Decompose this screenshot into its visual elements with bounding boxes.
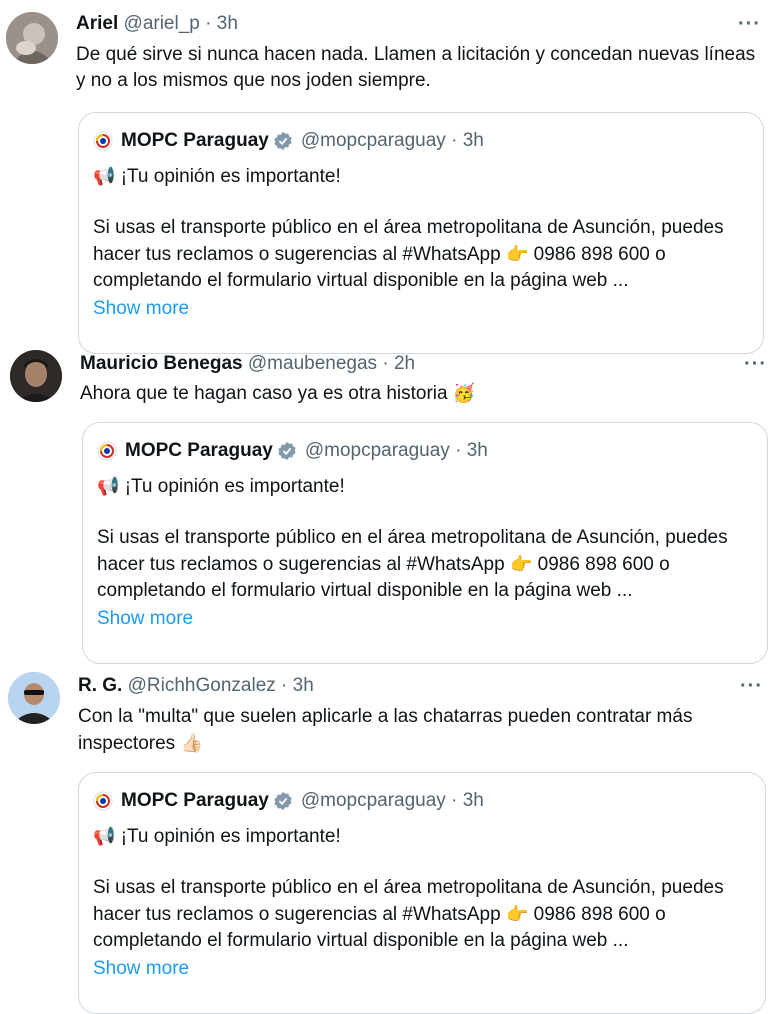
party-face-icon: 🥳 [452,383,476,403]
more-options-icon[interactable]: ··· [738,14,761,34]
quote-title: ¡Tu opinión es importante! [120,166,341,187]
tweet-text: De qué sirve si nunca hacen nada. Llamen… [76,42,756,94]
quote-title-line: 📢 ¡Tu opinión es importante! [93,823,751,850]
verified-badge-icon [274,791,292,811]
separator-dot: · [451,130,458,151]
author-handle[interactable]: @maubenegas [248,353,377,374]
timestamp[interactable]: 3h [293,675,314,696]
mopc-logo-icon [97,441,117,461]
quoted-tweet[interactable]: MOPC Paraguay @mopcparaguay · 3h 📢 ¡Tu o… [78,112,764,354]
separator-dot: · [281,675,288,696]
tweet-header: Mauricio Benegas @maubenegas · 2h [80,352,415,376]
quote-body: Si usas el transporte público en el área… [93,215,749,294]
mopc-logo-icon [93,131,113,151]
tweet-header: R. G. @RichhGonzalez · 3h [78,674,314,698]
verified-badge-icon [274,131,292,151]
mopc-logo-icon [93,791,113,811]
quoted-tweet[interactable]: MOPC Paraguay @mopcparaguay · 3h 📢 ¡Tu o… [82,422,768,664]
quote-title: ¡Tu opinión es importante! [120,826,341,847]
quote-author-handle[interactable]: @mopcparaguay [305,439,450,463]
pointing-right-icon: 👉 [505,244,529,264]
avatar[interactable] [8,672,60,724]
quote-header: MOPC Paraguay @mopcparaguay · 3h [97,439,488,463]
quote-timestamp[interactable]: 3h [463,789,484,813]
megaphone-icon: 📢 [93,826,116,846]
author-handle[interactable]: @ariel_p [124,13,200,34]
show-more-link[interactable]: Show more [93,956,189,982]
author-handle[interactable]: @RichhGonzalez [128,675,276,696]
tweet[interactable]: R. G. @RichhGonzalez · 3h ··· Con la "mu… [0,652,770,1014]
tweet-text-content: Ahora que te hagan caso ya es otra histo… [80,383,448,404]
quote-author-handle[interactable]: @mopcparaguay [301,789,446,813]
separator-dot: · [205,13,212,34]
separator-dot: · [455,440,462,461]
more-options-icon[interactable]: ··· [740,676,763,696]
tweet[interactable]: Mauricio Benegas @maubenegas · 2h ··· Ah… [0,340,770,664]
pointing-right-icon: 👉 [509,554,533,574]
quote-title-line: 📢 ¡Tu opinión es importante! [93,163,749,190]
quote-author-name[interactable]: MOPC Paraguay [121,129,269,153]
quote-timestamp[interactable]: 3h [467,439,488,463]
avatar[interactable] [6,12,58,64]
megaphone-icon: 📢 [93,166,116,186]
tweet-header: Ariel @ariel_p · 3h [76,12,238,36]
timestamp[interactable]: 2h [394,353,415,374]
quote-author-name[interactable]: MOPC Paraguay [121,789,269,813]
quote-title: ¡Tu opinión es importante! [124,476,345,497]
quote-timestamp[interactable]: 3h [463,129,484,153]
tweet-text: Ahora que te hagan caso ya es otra histo… [80,380,750,407]
tweet-text-content: De qué sirve si nunca hacen nada. Llamen… [76,44,756,91]
avatar[interactable] [10,350,62,402]
quote-author-name[interactable]: MOPC Paraguay [125,439,273,463]
thumbs-up-icon: 👍🏻 [180,733,203,753]
more-options-icon[interactable]: ··· [744,354,767,374]
quote-body: Si usas el transporte público en el área… [97,525,753,604]
quote-header: MOPC Paraguay @mopcparaguay · 3h [93,129,484,153]
author-name[interactable]: R. G. [78,675,122,696]
separator-dot: · [451,790,458,811]
quote-title-line: 📢 ¡Tu opinión es importante! [97,473,753,500]
tweet-text: Con la "multa" que suelen aplicarle a la… [78,704,753,757]
timestamp[interactable]: 3h [217,13,238,34]
tweet[interactable]: Ariel @ariel_p · 3h ··· De qué sirve si … [0,0,770,354]
verified-badge-icon [278,441,296,461]
quote-author-handle[interactable]: @mopcparaguay [301,129,446,153]
quote-header: MOPC Paraguay @mopcparaguay · 3h [93,789,484,813]
show-more-link[interactable]: Show more [97,606,193,632]
separator-dot: · [382,353,389,374]
author-name[interactable]: Mauricio Benegas [80,353,243,374]
megaphone-icon: 📢 [97,476,120,496]
quote-body: Si usas el transporte público en el área… [93,875,751,954]
show-more-link[interactable]: Show more [93,296,189,322]
pointing-right-icon: 👉 [505,904,529,924]
author-name[interactable]: Ariel [76,13,118,34]
quoted-tweet[interactable]: MOPC Paraguay @mopcparaguay · 3h 📢 ¡Tu o… [78,772,766,1014]
tweet-text-content: Con la "multa" que suelen aplicarle a la… [78,706,693,754]
